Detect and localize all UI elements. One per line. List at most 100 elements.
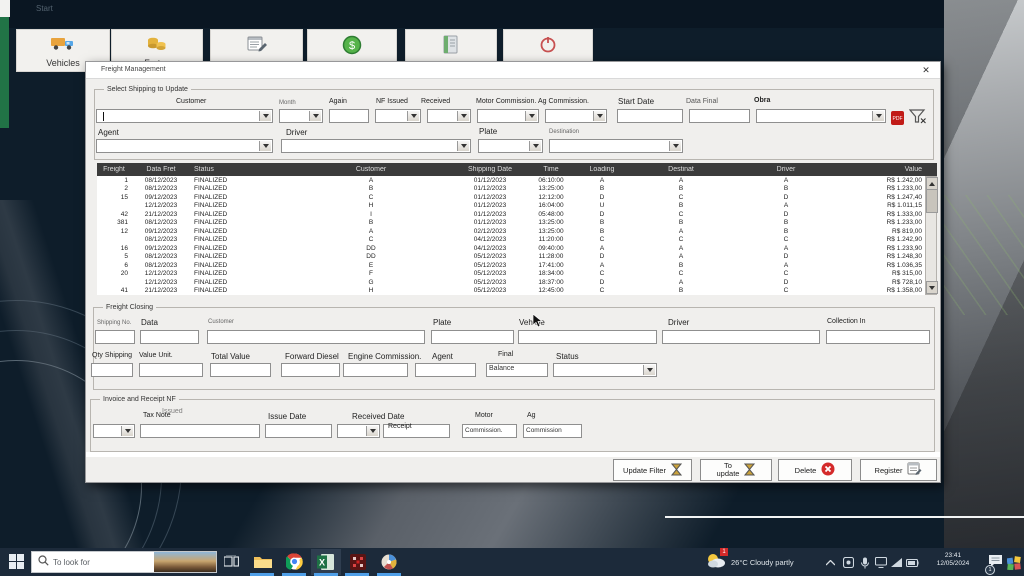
notification-center-button[interactable]: 1: [988, 554, 1003, 573]
chevron-down-icon[interactable]: [529, 141, 541, 151]
customer-combo[interactable]: [96, 109, 273, 123]
received-date-combo[interactable]: [337, 424, 380, 438]
table-row[interactable]: 208/12/2023FINALIZEDB01/12/202313:25:00B…: [97, 185, 925, 194]
chevron-down-icon[interactable]: [525, 111, 537, 121]
table-row[interactable]: 1509/12/2023FINALIZEDC01/12/202312:12:00…: [97, 193, 925, 202]
closing-data-input[interactable]: [140, 330, 199, 344]
motor-commission-combo[interactable]: [477, 109, 539, 123]
register-button[interactable]: Register: [860, 459, 937, 481]
closing-driver-input[interactable]: [662, 330, 820, 344]
microphone-icon[interactable]: [858, 556, 871, 569]
chevron-down-icon[interactable]: [121, 426, 133, 436]
value-unit-input[interactable]: [139, 363, 203, 377]
excel-icon[interactable]: X: [316, 552, 335, 571]
to-update-button[interactable]: Toupdate: [700, 459, 772, 481]
table-scrollbar[interactable]: [925, 176, 937, 295]
shipping-no-input[interactable]: [95, 330, 135, 344]
chevron-down-icon[interactable]: [872, 111, 884, 121]
closing-status-combo[interactable]: [553, 363, 657, 377]
scrollbar-thumb[interactable]: [926, 189, 938, 213]
chevron-down-icon[interactable]: [457, 111, 469, 121]
chevron-down-icon[interactable]: [457, 141, 469, 151]
closing-plate-input[interactable]: [431, 330, 514, 344]
received-combo[interactable]: [427, 109, 471, 123]
table-row[interactable]: 4121/12/2023FINALIZEDH05/12/202312:45:00…: [97, 287, 925, 296]
table-row[interactable]: 08/12/2023FINALIZEDC04/12/202311:20:00CC…: [97, 236, 925, 245]
destination-combo[interactable]: [549, 139, 683, 153]
start-button[interactable]: [7, 552, 26, 571]
weather-widget[interactable]: 1 26°C Cloudy partly: [706, 551, 794, 574]
table-row[interactable]: 38108/12/2023FINALIZEDB01/12/202313:25:0…: [97, 219, 925, 228]
table-row[interactable]: 4221/12/2023FINALIZEDI01/12/202305:48:00…: [97, 210, 925, 219]
collection-in-input[interactable]: [826, 330, 930, 344]
tax-note-input[interactable]: [140, 424, 260, 438]
chevron-down-icon[interactable]: [593, 111, 605, 121]
file-explorer-icon[interactable]: [253, 552, 272, 571]
pdf-export-icon[interactable]: PDF: [891, 109, 905, 131]
total-value-input[interactable]: [210, 363, 271, 377]
engine-commission-input[interactable]: [343, 363, 408, 377]
ag-commission-combo[interactable]: [545, 109, 607, 123]
chevron-down-icon[interactable]: [407, 111, 419, 121]
column-header[interactable]: Value: [841, 166, 925, 173]
column-header[interactable]: Freight: [97, 166, 131, 173]
widgets-icon[interactable]: [1004, 553, 1023, 572]
table-row[interactable]: 12/12/2023FINALIZEDG05/12/202318:37:00DA…: [97, 278, 925, 287]
chevron-down-icon[interactable]: [669, 141, 681, 151]
network-icon[interactable]: [890, 556, 903, 569]
battery-icon[interactable]: [906, 556, 919, 569]
forward-diesel-input[interactable]: [281, 363, 340, 377]
closing-customer-input[interactable]: [207, 330, 425, 344]
column-header[interactable]: Driver: [731, 166, 841, 173]
column-header[interactable]: Shipping Date: [451, 166, 529, 173]
delete-button[interactable]: Delete: [778, 459, 852, 481]
nf-issued-combo[interactable]: [375, 109, 421, 123]
driver-combo[interactable]: [281, 139, 471, 153]
column-header[interactable]: Time: [529, 166, 573, 173]
data-final-input[interactable]: [689, 109, 750, 123]
column-header[interactable]: Destinat: [631, 166, 731, 173]
task-view-button[interactable]: [222, 552, 241, 571]
invoice-motor-combo[interactable]: Commission.: [462, 424, 517, 438]
game-app-icon[interactable]: [348, 552, 367, 571]
dialog-title-bar[interactable]: [86, 62, 940, 79]
start-date-input[interactable]: [617, 109, 683, 123]
month-combo[interactable]: [279, 109, 323, 123]
chevron-down-icon[interactable]: [366, 426, 378, 436]
final-balance-input[interactable]: Balance: [486, 363, 548, 377]
qty-shipping-input[interactable]: [91, 363, 133, 377]
table-row[interactable]: 2012/12/2023FINALIZEDF05/12/202318:34:00…: [97, 270, 925, 279]
again-input[interactable]: [329, 109, 369, 123]
table-row[interactable]: 608/12/2023FINALIZEDE05/12/202317:41:00A…: [97, 261, 925, 270]
tray-app-icon[interactable]: [842, 556, 855, 569]
closing-agent-input[interactable]: [415, 363, 476, 377]
column-header[interactable]: Status: [191, 166, 291, 173]
issued-combo[interactable]: [93, 424, 135, 438]
taskbar-search[interactable]: To look for: [31, 551, 217, 573]
chevron-down-icon[interactable]: [259, 141, 271, 151]
chevron-down-icon[interactable]: [309, 111, 321, 121]
table-row[interactable]: 508/12/2023FINALIZEDDD05/12/202311:28:00…: [97, 253, 925, 262]
issue-date-input[interactable]: [265, 424, 332, 438]
chevron-down-icon[interactable]: [259, 111, 271, 121]
obra-combo[interactable]: [756, 109, 886, 123]
plate-combo[interactable]: [478, 139, 543, 153]
paint-app-icon[interactable]: [380, 552, 399, 571]
invoice-ag-combo[interactable]: Commission: [523, 424, 582, 438]
chevron-down-icon[interactable]: [643, 365, 655, 375]
tray-expand-icon[interactable]: [824, 556, 837, 569]
table-row[interactable]: 1609/12/2023FINALIZEDDD04/12/202309:40:0…: [97, 244, 925, 253]
clear-filter-icon[interactable]: [909, 109, 927, 130]
chrome-icon[interactable]: [285, 552, 304, 571]
table-row[interactable]: 12/12/2023FINALIZEDH01/12/202316:04:00UB…: [97, 202, 925, 211]
table-row[interactable]: 108/12/2023FINALIZEDA01/12/202306:10:00A…: [97, 176, 925, 185]
scroll-down-icon[interactable]: [926, 281, 938, 294]
close-icon[interactable]: ✕: [919, 64, 933, 76]
update-filter-button[interactable]: Update Filter: [613, 459, 692, 481]
agent-combo[interactable]: [96, 139, 273, 153]
column-header[interactable]: Loading: [573, 166, 631, 173]
clock[interactable]: 23:41 12/05/2024: [925, 552, 981, 568]
column-header[interactable]: Customer: [291, 166, 451, 173]
column-header[interactable]: Data Fret: [131, 166, 191, 173]
table-row[interactable]: 1209/12/2023FINALIZEDA02/12/202313:25:00…: [97, 227, 925, 236]
